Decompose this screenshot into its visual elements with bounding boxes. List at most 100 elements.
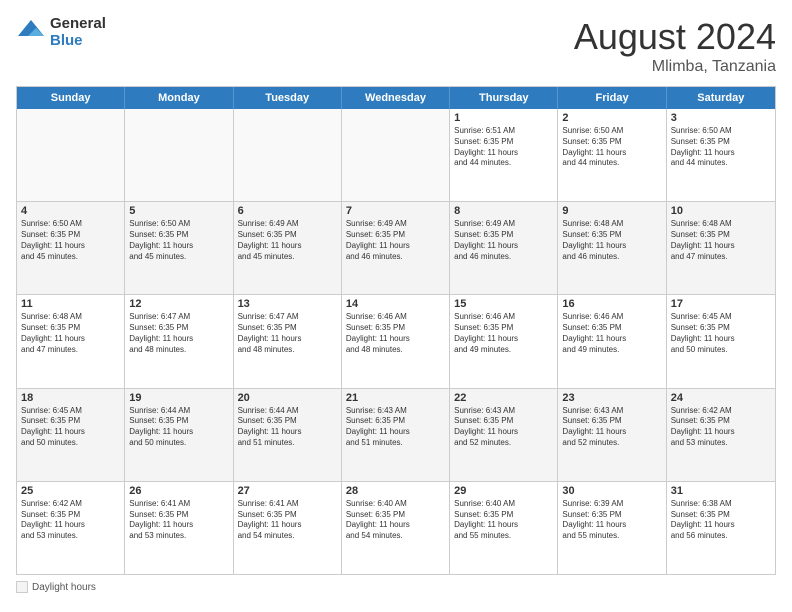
day-number: 25 — [21, 485, 120, 497]
legend-label: Daylight hours — [32, 582, 96, 593]
logo-blue: Blue — [50, 33, 106, 50]
header: General Blue August 2024 Mlimba, Tanzani… — [16, 16, 776, 76]
day-number: 24 — [671, 392, 771, 404]
day-number: 3 — [671, 112, 771, 124]
calendar-cell — [234, 109, 342, 201]
day-number: 20 — [238, 392, 337, 404]
calendar-cell: 23 Sunrise: 6:43 AM Sunset: 6:35 PM Dayli… — [558, 389, 666, 481]
header-cell-tuesday: Tuesday — [234, 87, 342, 109]
day-number: 10 — [671, 205, 771, 217]
day-info: Sunrise: 6:43 AM Sunset: 6:35 PM Dayligh… — [346, 406, 445, 449]
calendar-cell: 7Sunrise: 6:49 AM Sunset: 6:35 PM Daylig… — [342, 202, 450, 294]
header-cell-wednesday: Wednesday — [342, 87, 450, 109]
page: General Blue August 2024 Mlimba, Tanzani… — [0, 0, 792, 612]
logo: General Blue — [16, 16, 106, 49]
day-number: 6 — [238, 205, 337, 217]
calendar-cell: 29Sunrise: 6:40 AM Sunset: 6:35 PM Dayli… — [450, 482, 558, 574]
calendar-cell — [125, 109, 233, 201]
day-info: Sunrise: 6:42 AM Sunset: 6:35 PM Dayligh… — [671, 406, 771, 449]
day-number: 26 — [129, 485, 228, 497]
header-cell-monday: Monday — [125, 87, 233, 109]
day-info: Sunrise: 6:45 AM Sunset: 6:35 PM Dayligh… — [671, 312, 771, 355]
day-number: 27 — [238, 485, 337, 497]
day-info: Sunrise: 6:50 AM Sunset: 6:35 PM Dayligh… — [129, 219, 228, 262]
day-info: Sunrise: 6:45 AM Sunset: 6:35 PM Dayligh… — [21, 406, 120, 449]
day-info: Sunrise: 6:41 AM Sunset: 6:35 PM Dayligh… — [129, 499, 228, 542]
day-info: Sunrise: 6:40 AM Sunset: 6:35 PM Dayligh… — [346, 499, 445, 542]
calendar-cell: 18Sunrise: 6:45 AM Sunset: 6:35 PM Dayli… — [17, 389, 125, 481]
calendar-cell: 3 Sunrise: 6:50 AM Sunset: 6:35 PM Daylig… — [667, 109, 775, 201]
day-info: Sunrise: 6:42 AM Sunset: 6:35 PM Dayligh… — [21, 499, 120, 542]
day-number: 12 — [129, 298, 228, 310]
calendar-cell: 15Sunrise: 6:46 AM Sunset: 6:35 PM Dayli… — [450, 295, 558, 387]
location-title: Mlimba, Tanzania — [574, 58, 776, 76]
logo-general: General — [50, 16, 106, 33]
calendar-cell — [342, 109, 450, 201]
logo-text: General Blue — [50, 16, 106, 49]
day-number: 5 — [129, 205, 228, 217]
calendar-cell — [17, 109, 125, 201]
header-cell-friday: Friday — [558, 87, 666, 109]
day-number: 1 — [454, 112, 553, 124]
day-number: 13 — [238, 298, 337, 310]
calendar-row: 4Sunrise: 6:50 AM Sunset: 6:35 PM Daylig… — [17, 201, 775, 294]
day-number: 17 — [671, 298, 771, 310]
day-number: 23 — [562, 392, 661, 404]
title-area: August 2024 Mlimba, Tanzania — [574, 16, 776, 76]
day-number: 30 — [562, 485, 661, 497]
day-number: 7 — [346, 205, 445, 217]
day-info: Sunrise: 6:38 AM Sunset: 6:35 PM Dayligh… — [671, 499, 771, 542]
day-number: 31 — [671, 485, 771, 497]
day-info: Sunrise: 6:39 AM Sunset: 6:35 PM Dayligh… — [562, 499, 661, 542]
day-number: 29 — [454, 485, 553, 497]
day-info: Sunrise: 6:46 AM Sunset: 6:35 PM Dayligh… — [346, 312, 445, 355]
day-info: Sunrise: 6:44 AM Sunset: 6:35 PM Dayligh… — [238, 406, 337, 449]
calendar-cell: 26 Sunrise: 6:41 AM Sunset: 6:35 PM Dayli… — [125, 482, 233, 574]
calendar-row: 18Sunrise: 6:45 AM Sunset: 6:35 PM Dayli… — [17, 388, 775, 481]
header-cell-thursday: Thursday — [450, 87, 558, 109]
header-cell-sunday: Sunday — [17, 87, 125, 109]
day-info: Sunrise: 6:43 AM Sunset: 6:35 PM Dayligh… — [562, 406, 661, 449]
day-number: 9 — [562, 205, 661, 217]
header-cell-saturday: Saturday — [667, 87, 775, 109]
calendar-cell: 25 Sunrise: 6:42 AM Sunset: 6:35 PM Dayli… — [17, 482, 125, 574]
calendar-cell: 27Sunrise: 6:41 AM Sunset: 6:35 PM Dayli… — [234, 482, 342, 574]
legend-item: Daylight hours — [16, 581, 96, 593]
day-number: 28 — [346, 485, 445, 497]
calendar-cell: 17 Sunrise: 6:45 AM Sunset: 6:35 PM Dayli… — [667, 295, 775, 387]
calendar-row: 25 Sunrise: 6:42 AM Sunset: 6:35 PM Dayli… — [17, 481, 775, 574]
calendar-cell: 1 Sunrise: 6:51 AM Sunset: 6:35 PM Daylig… — [450, 109, 558, 201]
day-info: Sunrise: 6:48 AM Sunset: 6:35 PM Dayligh… — [562, 219, 661, 262]
calendar-cell: 14Sunrise: 6:46 AM Sunset: 6:35 PM Dayli… — [342, 295, 450, 387]
calendar-cell: 2Sunrise: 6:50 AM Sunset: 6:35 PM Daylig… — [558, 109, 666, 201]
calendar-cell: 28 Sunrise: 6:40 AM Sunset: 6:35 PM Dayli… — [342, 482, 450, 574]
day-info: Sunrise: 6:51 AM Sunset: 6:35 PM Dayligh… — [454, 126, 553, 169]
day-info: Sunrise: 6:48 AM Sunset: 6:35 PM Dayligh… — [671, 219, 771, 262]
day-number: 2 — [562, 112, 661, 124]
logo-icon — [16, 18, 46, 48]
day-info: Sunrise: 6:50 AM Sunset: 6:35 PM Dayligh… — [671, 126, 771, 169]
calendar-cell: 30 Sunrise: 6:39 AM Sunset: 6:35 PM Dayli… — [558, 482, 666, 574]
calendar-cell: 19Sunrise: 6:44 AM Sunset: 6:35 PM Dayli… — [125, 389, 233, 481]
day-number: 15 — [454, 298, 553, 310]
calendar: SundayMondayTuesdayWednesdayThursdayFrid… — [16, 86, 776, 575]
calendar-cell: 16 Sunrise: 6:46 AM Sunset: 6:35 PM Dayli… — [558, 295, 666, 387]
calendar-cell: 8Sunrise: 6:49 AM Sunset: 6:35 PM Daylig… — [450, 202, 558, 294]
calendar-cell: 24 Sunrise: 6:42 AM Sunset: 6:35 PM Dayli… — [667, 389, 775, 481]
day-number: 22 — [454, 392, 553, 404]
calendar-cell: 31 Sunrise: 6:38 AM Sunset: 6:35 PM Dayli… — [667, 482, 775, 574]
calendar-cell: 20 Sunrise: 6:44 AM Sunset: 6:35 PM Dayli… — [234, 389, 342, 481]
day-info: Sunrise: 6:49 AM Sunset: 6:35 PM Dayligh… — [238, 219, 337, 262]
day-info: Sunrise: 6:47 AM Sunset: 6:35 PM Dayligh… — [129, 312, 228, 355]
calendar-body: 1 Sunrise: 6:51 AM Sunset: 6:35 PM Daylig… — [17, 109, 775, 574]
day-info: Sunrise: 6:43 AM Sunset: 6:35 PM Dayligh… — [454, 406, 553, 449]
day-info: Sunrise: 6:47 AM Sunset: 6:35 PM Dayligh… — [238, 312, 337, 355]
day-number: 8 — [454, 205, 553, 217]
day-info: Sunrise: 6:46 AM Sunset: 6:35 PM Dayligh… — [562, 312, 661, 355]
legend: Daylight hours — [16, 581, 776, 596]
day-info: Sunrise: 6:48 AM Sunset: 6:35 PM Dayligh… — [21, 312, 120, 355]
day-number: 19 — [129, 392, 228, 404]
calendar-cell: 9 Sunrise: 6:48 AM Sunset: 6:35 PM Daylig… — [558, 202, 666, 294]
calendar-row: 1 Sunrise: 6:51 AM Sunset: 6:35 PM Daylig… — [17, 109, 775, 201]
day-number: 16 — [562, 298, 661, 310]
